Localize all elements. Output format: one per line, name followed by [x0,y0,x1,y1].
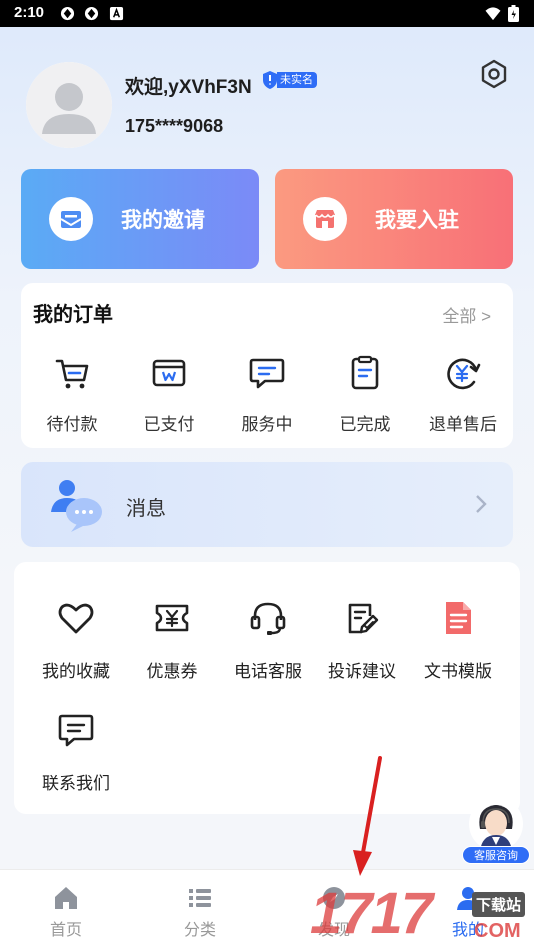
order-pending-payment[interactable]: 待付款 [27,353,117,435]
phone-number: 175****9068 [125,116,224,136]
customer-service-label: 客服咨询 [462,846,530,864]
watermark-tag: 下载站 [472,892,526,917]
tool-label: 电话客服 [234,662,302,681]
order-item-label: 退单售后 [429,415,497,434]
a-notification-icon [109,6,124,21]
tool-label: 文书模版 [424,662,492,681]
join-merchant-label: 我要入驻 [375,209,459,232]
my-invitation-card[interactable]: 我的邀请 [21,169,259,269]
nav-category[interactable]: 分类 [160,884,240,940]
message-people-icon [51,480,102,532]
contact-icon [58,714,94,747]
battery-icon [508,5,519,22]
document-templates[interactable]: 文书模版 [408,598,508,682]
order-refund-after-sales[interactable]: 退单售后 [418,353,508,435]
phone-support[interactable]: 电话客服 [218,598,318,682]
invitation-icon-circle [49,197,93,241]
nav-home-label: 首页 [49,922,82,939]
tool-label: 优惠券 [146,662,198,681]
order-item-label: 待付款 [46,415,98,434]
cart-icon [55,359,89,389]
clipboard-icon [351,355,379,390]
all-orders-link[interactable]: 全部 > [442,302,491,327]
shop-icon-circle [303,197,347,241]
order-item-label: 服务中 [241,415,293,434]
site-watermark: 1717 下载站 COM [310,880,534,950]
verify-status-label: 未实名 [277,72,317,88]
my-favorites[interactable]: 我的收藏 [26,598,126,682]
status-bar: 2:10 [0,0,534,27]
chat-icon [249,358,285,389]
contact-us[interactable]: 联系我们 [26,710,126,794]
heart-icon [58,603,94,634]
nav-category-label: 分类 [183,922,216,939]
wifi-icon [485,7,501,21]
customer-service-float-button[interactable]: 客服咨询 [462,793,530,865]
status-time: 2:10 [14,4,45,21]
default-avatar-icon [26,62,112,148]
headset-icon [250,602,286,635]
join-merchant-card[interactable]: 我要入驻 [275,169,513,269]
paid-icon [152,359,186,387]
home-icon [55,887,77,909]
messages-label: 消息 [126,498,166,520]
envelope-icon [60,211,82,228]
refund-icon [447,358,481,390]
avatar[interactable] [26,62,112,148]
order-item-label: 已支付 [143,415,195,434]
tool-label: 我的收藏 [42,662,110,681]
shop-icon [315,210,335,228]
app-notification-icon [60,6,75,21]
verify-status-badge[interactable]: 未实名 [261,70,317,90]
feedback-icon [348,603,379,634]
complaints-suggestions[interactable]: 投诉建议 [312,598,412,682]
my-invitation-label: 我的邀请 [121,209,205,232]
list-icon [189,889,211,907]
messages-card[interactable]: 消息 [21,462,513,547]
order-paid[interactable]: 已支付 [124,353,214,435]
services-panel: 我的收藏 优惠券 电话客服 投诉建议 文书模版 联系我们 [14,562,520,814]
tool-label: 联系我们 [42,774,110,793]
watermark-number: 1717 [310,881,433,946]
coupon-icon [155,604,189,632]
watermark-domain: COM [474,920,521,942]
app-notification-icon-2 [84,6,99,21]
customer-service-agent-icon [469,797,523,851]
my-orders-title: 我的订单 [33,304,113,326]
order-in-service[interactable]: 服务中 [222,353,312,435]
coupons[interactable]: 优惠券 [122,598,222,682]
greeting-text: 欢迎,yXVhF3N [125,77,252,98]
tool-label: 投诉建议 [328,662,396,681]
my-orders-panel: 我的订单 全部 > 待付款 已支付 服务中 已完成 退单售后 [21,283,513,448]
order-item-label: 已完成 [339,415,391,434]
document-icon [446,602,471,634]
order-completed[interactable]: 已完成 [320,353,410,435]
settings-hexagon-icon[interactable] [478,58,510,90]
nav-home[interactable]: 首页 [26,884,106,940]
chevron-right-icon [476,495,487,513]
